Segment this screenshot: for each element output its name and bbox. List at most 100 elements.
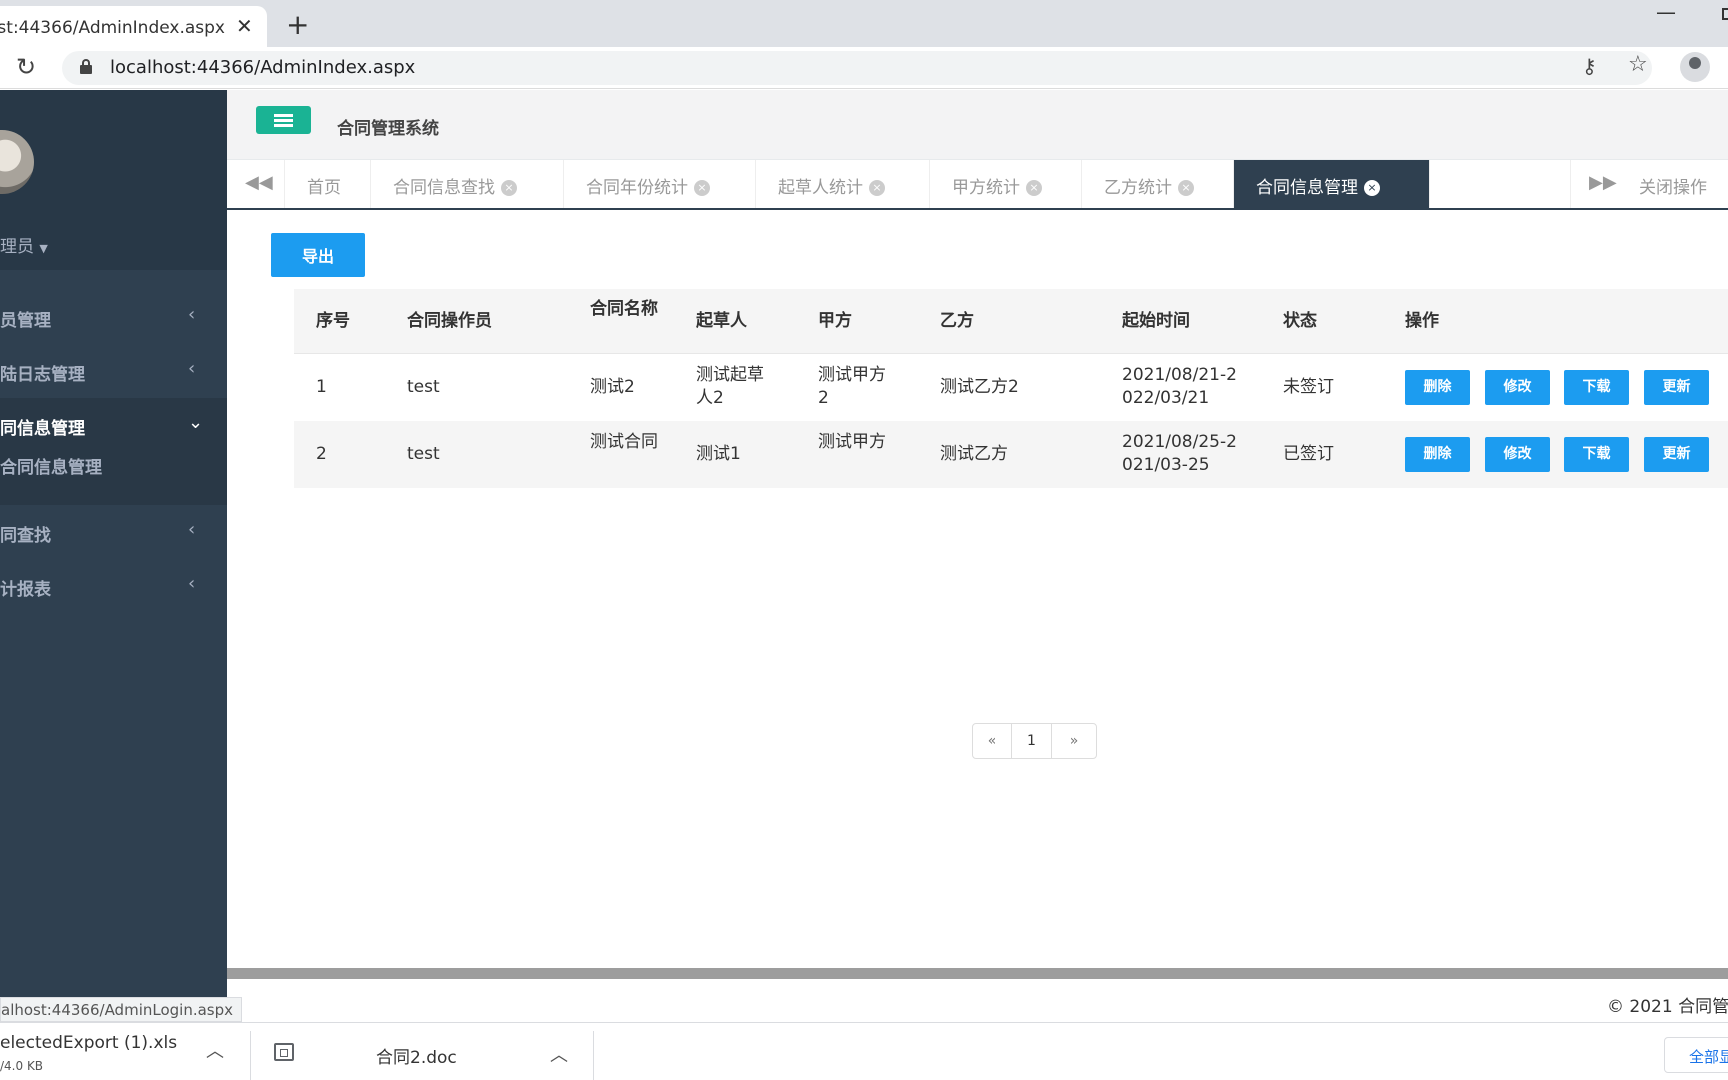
key-icon[interactable]: ⚷ — [1582, 54, 1597, 78]
status-badge: 未签订 — [1283, 377, 1334, 397]
column-header: 乙方 — [940, 311, 974, 331]
close-tab-icon[interactable]: × — [1178, 180, 1194, 196]
new-tab-icon[interactable]: + — [286, 8, 309, 41]
sidebar-item-statistics[interactable]: 计报表 ‹ — [0, 559, 227, 613]
divider — [593, 1031, 594, 1080]
cell-name: 测试2 — [590, 377, 635, 397]
download-item-name[interactable]: electedExport (1).xls — [0, 1033, 177, 1053]
horizontal-scrollbar[interactable] — [227, 968, 1728, 979]
cell-operator: test — [407, 377, 440, 397]
tab-drafter-statistics[interactable]: 起草人统计 × — [756, 160, 930, 208]
page-footer: © 2021 合同管 — [227, 979, 1728, 1020]
cell-no: 2 — [316, 444, 327, 464]
address-bar: ↻ localhost:44366/AdminIndex.aspx ⚷ ☆ — [0, 47, 1728, 89]
sidebar-item-label: 计报表 — [0, 580, 51, 600]
tab-year-statistics[interactable]: 合同年份统计 × — [564, 160, 756, 208]
tab-party-b-statistics[interactable]: 乙方统计 × — [1082, 160, 1234, 208]
sidebar-subitem-label: 合同信息管理 — [0, 458, 102, 478]
sidebar-item-login-log[interactable]: 陆日志管理 ‹ — [0, 344, 227, 398]
minimize-icon[interactable]: — — [1656, 0, 1676, 24]
url-text[interactable]: localhost:44366/AdminIndex.aspx — [110, 57, 415, 78]
browser-tabstrip: https://localhost:44366/AdminIndex.aspx … — [0, 0, 1728, 47]
maximize-icon[interactable] — [1722, 8, 1728, 20]
delete-button[interactable]: 删除 — [1405, 437, 1470, 472]
tab-party-a-statistics[interactable]: 甲方统计 × — [930, 160, 1082, 208]
sidebar: 理员 ▼ 员管理 ‹ 陆日志管理 ‹ 同信息管理 ⌄ 合同信息管理 同查找 ‹ … — [0, 90, 227, 1020]
download-item-name[interactable]: 合同2.doc — [376, 1043, 457, 1068]
page-title: 合同管理系统 — [337, 119, 439, 139]
copyright-text: © 2021 合同管 — [1607, 997, 1728, 1017]
omnibox[interactable]: localhost:44366/AdminIndex.aspx ⚷ ☆ — [62, 51, 1652, 85]
status-bar-url: alhost:44366/AdminLogin.aspx — [0, 997, 243, 1022]
lock-icon[interactable] — [80, 59, 92, 74]
chevron-down-icon: ⌄ — [188, 412, 204, 433]
main-content: 导出 序号 合同操作员 合同名称 起草人 甲方 乙方 起始时间 状态 操作 1 … — [227, 210, 1728, 970]
hamburger-icon — [274, 114, 293, 117]
close-tab-icon[interactable]: × — [694, 180, 710, 196]
download-item-size: /4.0 KB — [0, 1059, 44, 1073]
sidebar-item-contract-search[interactable]: 同查找 ‹ — [0, 505, 227, 559]
sidebar-item-user-management[interactable]: 员管理 ‹ — [0, 290, 227, 344]
close-tab-icon[interactable]: × — [1026, 180, 1042, 196]
divider — [250, 1031, 251, 1080]
update-button[interactable]: 更新 — [1644, 437, 1709, 472]
pagination: « 1 » — [972, 723, 1097, 759]
tab-scroll-left-button[interactable]: ◀◀ — [227, 160, 285, 208]
tab-scroll-right-button[interactable]: ▶▶ — [1570, 160, 1628, 208]
role-dropdown[interactable]: 理员 ▼ — [0, 232, 48, 257]
close-tab-icon[interactable]: × — [501, 180, 517, 196]
column-header: 合同名称 — [590, 299, 658, 319]
export-button[interactable]: 导出 — [271, 233, 365, 277]
edit-button[interactable]: 修改 — [1485, 437, 1550, 472]
double-left-icon: ◀◀ — [245, 172, 273, 193]
browser-tab[interactable]: https://localhost:44366/AdminIndex.aspx … — [0, 6, 267, 47]
chevron-left-icon: ‹ — [188, 519, 196, 540]
cell-operator: test — [407, 444, 440, 464]
sidebar-subitem-contract-info-management[interactable]: 合同信息管理 — [0, 445, 227, 505]
cell-party-a: 测试甲方 — [818, 432, 886, 452]
chevron-up-icon[interactable]: ︿ — [206, 1037, 224, 1063]
update-button[interactable]: 更新 — [1644, 370, 1709, 405]
column-header: 序号 — [316, 311, 350, 331]
reload-icon[interactable]: ↻ — [16, 53, 36, 81]
profile-icon[interactable] — [1680, 52, 1710, 82]
cell-name: 测试合同 — [590, 432, 658, 452]
delete-button[interactable]: 删除 — [1405, 370, 1470, 405]
cell-drafter: 测试起草人2 — [696, 365, 764, 408]
close-tab-icon[interactable]: × — [869, 180, 885, 196]
cell-party-b: 测试乙方 — [940, 444, 1008, 464]
tab-home[interactable]: 首页 — [285, 160, 371, 208]
pagination-next[interactable]: » — [1052, 724, 1096, 758]
table-header: 序号 合同操作员 合同名称 起草人 甲方 乙方 起始时间 状态 操作 — [294, 289, 1728, 354]
pagination-prev[interactable]: « — [973, 724, 1012, 758]
sidebar-item-label: 陆日志管理 — [0, 365, 85, 385]
star-icon[interactable]: ☆ — [1628, 52, 1648, 77]
close-tab-icon[interactable]: × — [1364, 180, 1380, 196]
tab-contract-info-management[interactable]: 合同信息管理 × — [1234, 160, 1430, 208]
avatar[interactable] — [0, 130, 34, 194]
download-button[interactable]: 下载 — [1564, 370, 1629, 405]
column-header: 合同操作员 — [407, 311, 492, 331]
sidebar-item-contract-info[interactable]: 同信息管理 ⌄ — [0, 398, 227, 452]
tab-contract-search[interactable]: 合同信息查找 × — [371, 160, 564, 208]
column-header: 起草人 — [696, 311, 747, 331]
column-header: 起始时间 — [1122, 311, 1190, 331]
sidebar-item-label: 员管理 — [0, 311, 51, 331]
cell-party-b: 测试乙方2 — [940, 377, 1019, 397]
download-button[interactable]: 下载 — [1564, 437, 1629, 472]
column-header: 操作 — [1405, 311, 1439, 331]
chevron-up-icon[interactable]: ︿ — [550, 1041, 568, 1067]
file-icon — [274, 1043, 294, 1061]
show-all-downloads-button[interactable]: 全部显示 — [1664, 1037, 1728, 1073]
chevron-left-icon: ‹ — [188, 573, 196, 594]
sidebar-profile: 理员 ▼ — [0, 90, 227, 270]
menu-toggle-button[interactable] — [256, 106, 311, 134]
cell-no: 1 — [316, 377, 327, 397]
pagination-page[interactable]: 1 — [1012, 724, 1052, 758]
edit-button[interactable]: 修改 — [1485, 370, 1550, 405]
sidebar-item-label: 同信息管理 — [0, 419, 85, 439]
close-operations-dropdown[interactable]: 关闭操作 — [1639, 173, 1707, 198]
cell-period: 2021/08/25-2021/03-25 — [1122, 432, 1237, 475]
caret-down-icon: ▼ — [39, 242, 48, 255]
close-icon[interactable]: ✕ — [236, 14, 253, 38]
